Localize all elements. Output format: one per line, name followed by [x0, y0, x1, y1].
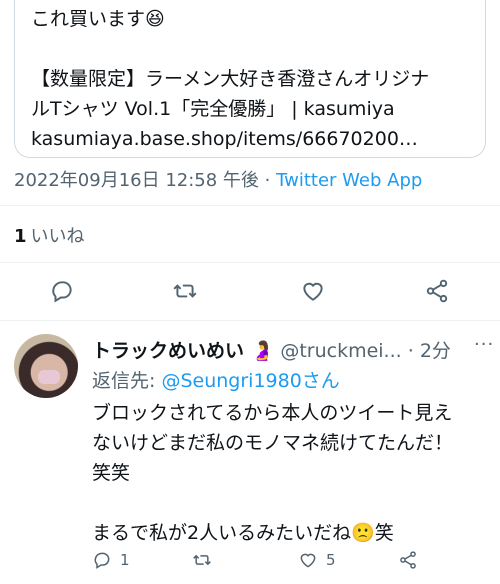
reply-author-name[interactable]: トラックめいめい 🤰 [92, 340, 274, 362]
reply-count: 1 [120, 551, 130, 569]
reply-line: 笑笑 [92, 462, 131, 484]
source-app-link[interactable]: Twitter Web App [276, 170, 422, 191]
replying-to: 返信先: @Seungri1980さん [92, 366, 340, 393]
tweet-datetime[interactable]: 2022年09月16日 12:58 午後 [14, 170, 259, 191]
tweet-meta: 2022年09月16日 12:58 午後 · Twitter Web App [14, 166, 422, 192]
divider [0, 205, 500, 206]
divider [0, 262, 500, 263]
likes-count[interactable]: 1 いいね [14, 222, 85, 248]
more-icon[interactable]: ··· [474, 334, 494, 355]
reply-header: トラックめいめい 🤰 @truckmei... · 2分 [92, 336, 492, 363]
reply-timestamp[interactable]: · 2分 [408, 340, 451, 362]
share-icon [400, 551, 416, 569]
reply-line: ブロックされてるから本人のツイート見え [92, 402, 453, 424]
tweet-actions [0, 272, 500, 312]
retweet-icon [193, 554, 211, 566]
reply-line: ないけどまだ私のモノマネ続けてたんだ！ [92, 432, 454, 454]
likes-number: 1 [14, 226, 27, 247]
likes-label: いいね [30, 226, 85, 247]
reply-line: まるで私が2人いるみたいだね🙁笑 [92, 522, 394, 544]
like-count: 5 [326, 551, 336, 569]
reply-share-button[interactable] [398, 550, 418, 570]
replying-to-label: 返信先: [92, 370, 162, 392]
card-line: 【数量限定】ラーメン大好き香澄さんオリジナ [31, 68, 430, 90]
reply-text: ブロックされてるから本人のツイート見え ないけどまだ私のモノマネ続けてたんだ！ … [92, 398, 492, 548]
reply-icon [94, 552, 110, 569]
card-line: これ買います😆 [31, 8, 165, 30]
reply-retweet-button[interactable] [192, 550, 220, 570]
avatar[interactable] [14, 334, 78, 398]
meta-separator: · [258, 170, 277, 191]
replying-to-user[interactable]: @Seungri1980さん [161, 370, 339, 392]
reply-reply-button[interactable]: 1 [92, 550, 130, 570]
reply-icon[interactable] [49, 278, 77, 306]
card-text: これ買います😆 【数量限定】ラーメン大好き香澄さんオリジナ ルTシャツ Vol.… [31, 4, 481, 154]
like-icon[interactable] [300, 278, 328, 306]
divider [0, 320, 500, 321]
share-icon[interactable] [424, 278, 452, 306]
like-icon [300, 553, 316, 568]
card-line: ルTシャツ Vol.1「完全優勝」 | kasumiya [31, 98, 395, 120]
reply-actions: 1 5 [92, 546, 492, 576]
reply-author-handle[interactable]: @truckmei... [280, 340, 401, 362]
retweet-icon[interactable] [172, 278, 200, 306]
card-url[interactable]: kasumiaya.base.shop/items/66670200… [31, 124, 481, 154]
link-card[interactable]: これ買います😆 【数量限定】ラーメン大好き香澄さんオリジナ ルTシャツ Vol.… [14, 0, 486, 158]
reply-like-button[interactable]: 5 [298, 550, 336, 570]
